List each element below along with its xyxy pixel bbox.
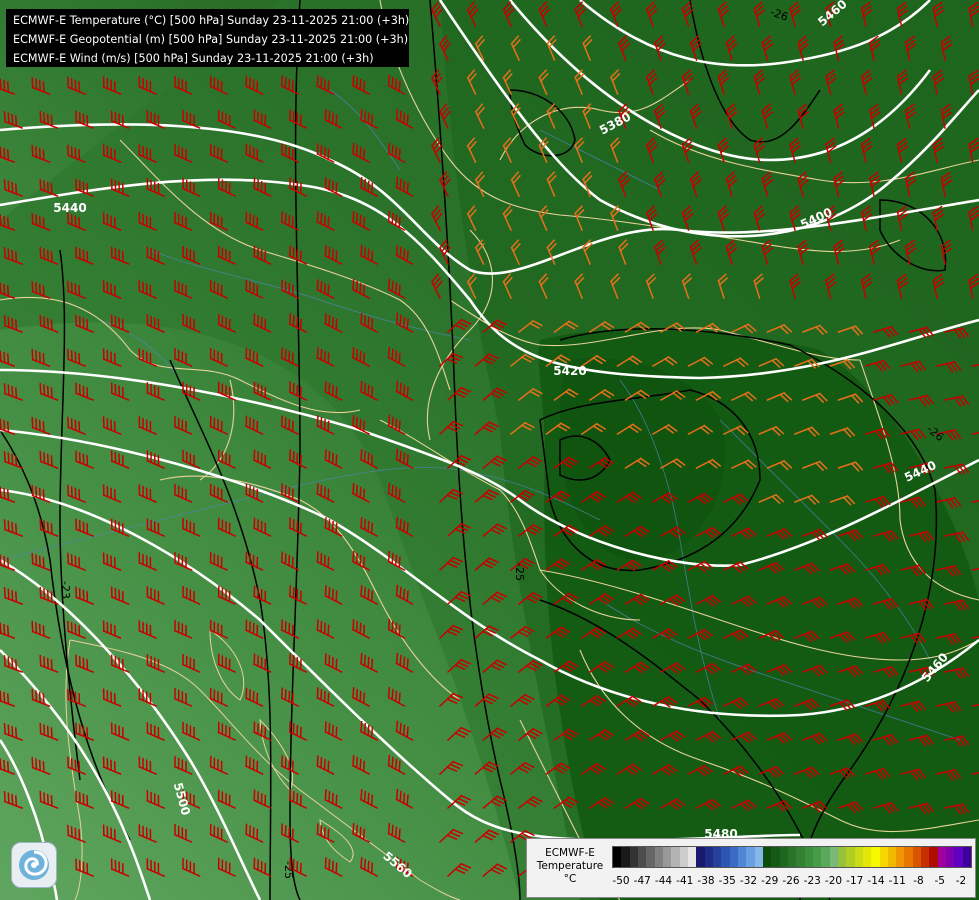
legend-tick: -20 [824, 875, 843, 887]
legend-swatch [837, 847, 847, 867]
legend-model: ECMWF-E [545, 847, 595, 859]
legend-swatch [712, 847, 722, 867]
legend-tick: -35 [718, 875, 736, 887]
legend-swatch [929, 847, 938, 867]
legend-swatch [779, 847, 788, 867]
legend-tick: -17 [846, 875, 864, 887]
legend-tick: -26 [782, 875, 800, 887]
legend-swatch [954, 847, 963, 867]
legend-tick: -38 [697, 875, 715, 887]
legend-swatch [754, 847, 763, 867]
legend-swatch [679, 847, 688, 867]
legend-swatch [771, 847, 780, 867]
legend-swatch [812, 847, 822, 867]
legend-swatch [613, 847, 622, 867]
legend-title: ECMWF-E Temperature °C [529, 847, 611, 886]
legend-color-bar [612, 846, 972, 868]
legend-swatch [796, 847, 805, 867]
legend-swatch [896, 847, 905, 867]
legend-swatch [696, 847, 705, 867]
legend-swatch [846, 847, 855, 867]
legend-tick: -23 [803, 875, 821, 887]
legend-tick: -47 [633, 875, 651, 887]
legend-swatch [737, 847, 747, 867]
legend-tick: -32 [739, 875, 758, 887]
legend-swatch [937, 847, 947, 867]
legend-swatch [721, 847, 730, 867]
legend-swatch [629, 847, 638, 867]
legend-swatch [829, 847, 838, 867]
legend-swatch [704, 847, 713, 867]
isotherm-label: -25 [282, 861, 295, 879]
legend-swatch [662, 847, 672, 867]
legend-tick: -50 [612, 875, 630, 887]
legend-swatch [621, 847, 630, 867]
legend-tick-labels: -50 -47 -44 -41 -38 -35 -32 -29 -26 -23 -20 -17 -14-… [607, 875, 975, 889]
legend-swatch [646, 847, 655, 867]
legend-swatch [921, 847, 930, 867]
legend-swatch [671, 847, 680, 867]
legend-tick: -11 [888, 875, 906, 887]
legend-tick: -41 [676, 875, 694, 887]
legend-swatch [787, 847, 797, 867]
legend-swatch [862, 847, 872, 867]
swirl-logo-icon [19, 850, 49, 880]
geopotential-label: 5420 [553, 364, 586, 378]
legend-swatch [821, 847, 830, 867]
legend-swatch [654, 847, 663, 867]
legend-tick: -29 [761, 875, 779, 887]
isotherm-label: -25 [513, 563, 526, 581]
provider-logo[interactable] [11, 842, 57, 888]
legend-variable: Temperature [536, 860, 604, 872]
geopotential-label: 5440 [53, 201, 86, 215]
legend-swatch [687, 847, 697, 867]
title-temperature: ECMWF-E Temperature (°C) [500 hPa] Sunda… [13, 14, 410, 27]
weather-map-stage: 5380544054005420544054605480550055605580… [0, 0, 979, 900]
legend-tick: -44 [654, 875, 673, 887]
legend-tick: -8 [913, 875, 924, 887]
legend-swatch [762, 847, 772, 867]
title-wind: ECMWF-E Wind (m/s) [500 hPa] Sunday 23-1… [13, 52, 374, 65]
legend-swatch [904, 847, 913, 867]
title-geopotential: ECMWF-E Geopotential (m) [500 hPa] Sunda… [13, 33, 409, 46]
legend-swatch [912, 847, 922, 867]
legend-tick: -2 [955, 875, 967, 887]
isotherm-label: -23 [59, 581, 72, 599]
weather-map[interactable]: 5380544054005420544054605480550055605580… [0, 0, 979, 900]
legend-swatch [962, 847, 972, 867]
legend-unit: °C [563, 873, 577, 885]
legend-tick: -5 [934, 875, 945, 887]
temperature-legend: ECMWF-E Temperature °C -50 -47 -44 -41 -38 -3… [526, 838, 976, 898]
legend-swatch [871, 847, 880, 867]
legend-swatch [746, 847, 755, 867]
legend-swatch [887, 847, 897, 867]
legend-swatch [804, 847, 813, 867]
legend-swatch [729, 847, 738, 867]
legend-tick: -14 [867, 875, 885, 887]
legend-swatch [854, 847, 863, 867]
legend-swatch [946, 847, 955, 867]
legend-swatch [637, 847, 647, 867]
map-title-box: ECMWF-E Temperature (°C) [500 hPa] Sunda… [6, 9, 409, 67]
legend-swatch [879, 847, 888, 867]
